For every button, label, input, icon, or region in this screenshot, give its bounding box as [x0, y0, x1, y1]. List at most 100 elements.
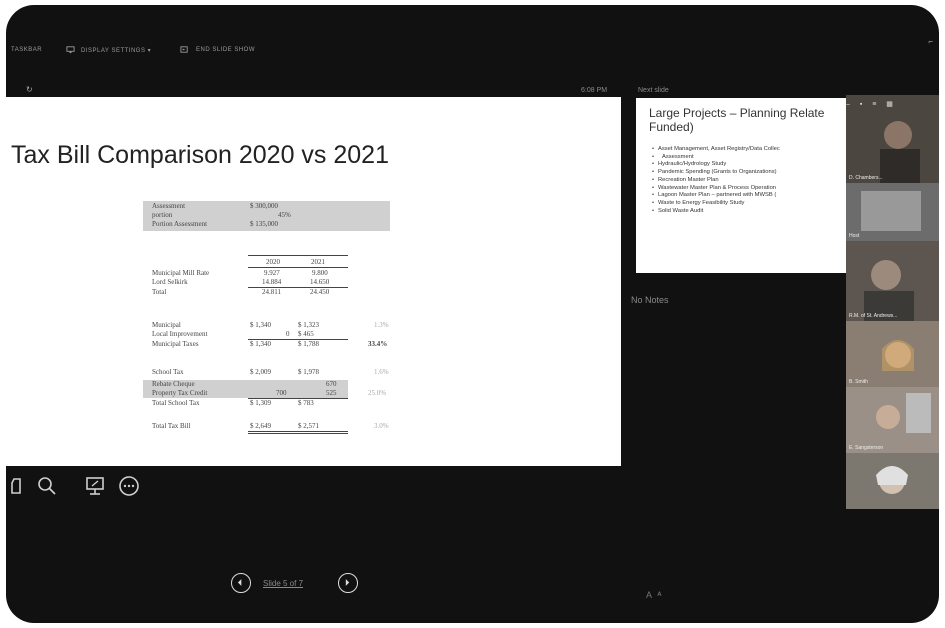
next-slide-bullet: Lagoon Master Plan – partnered with MWSB…: [652, 192, 780, 200]
current-slide[interactable]: Tax Bill Comparison 2020 vs 2021 Assessm…: [6, 97, 621, 466]
assessment-value: $ 300,000: [250, 202, 278, 210]
property-tax-credit-2021: 525: [326, 389, 337, 397]
video-window-controls[interactable]: – ▪ ≡ ▦: [846, 100, 897, 108]
taskbar-button[interactable]: TASKBAR: [11, 47, 42, 53]
zoom-icon[interactable]: [36, 475, 58, 497]
municipal-taxes-label: Municipal Taxes: [152, 340, 199, 348]
slide-title: Tax Bill Comparison 2020 vs 2021: [11, 141, 389, 169]
next-slide-bullet: Solid Waste Audit: [652, 208, 780, 216]
mill-header-line: [248, 267, 348, 268]
rebate-cheque-label: Rebate Cheque: [152, 380, 195, 388]
mill-header-line-top: [248, 255, 348, 256]
participant-video: [846, 387, 939, 453]
mill-row-2020: 14.884: [262, 278, 282, 286]
participant-tile[interactable]: Host: [846, 183, 939, 241]
portion-assessment-label: Portion Assessment: [152, 220, 208, 228]
mill-header-2020: 2020: [266, 258, 280, 266]
school-tax-2020: $ 2,009: [250, 368, 271, 376]
total-tax-bill-pct: 3.0%: [374, 422, 389, 430]
mill-row-2021: 14.650: [310, 278, 330, 286]
portion-value: 45%: [278, 211, 291, 219]
participant-video: [846, 241, 939, 321]
total-double-line-1: [248, 431, 348, 432]
local-improvement-2020: 0: [286, 330, 290, 338]
next-slide-bullet: Asset Management, Asset Registry/Data Co…: [652, 146, 780, 154]
display-settings-button[interactable]: DISPLAY SETTINGS ▾: [81, 47, 151, 54]
chevron-right-icon: [345, 579, 350, 586]
clock-time: 6:08 PM: [581, 87, 608, 94]
next-slide-label: Next slide: [638, 87, 669, 94]
municipal-taxes-2020: $ 1,340: [250, 340, 271, 348]
participant-name: B. Smith: [849, 379, 868, 385]
portion-assessment-value: $ 135,000: [250, 220, 278, 228]
chevron-left-icon: [237, 579, 242, 586]
presenter-view-window: TASKBAR DISPLAY SETTINGS ▾ END SLIDE SHO…: [6, 5, 939, 623]
pen-tool-icon[interactable]: [8, 475, 30, 497]
portion-label: portion: [152, 211, 173, 219]
participant-tile[interactable]: D. Chambers...: [846, 95, 939, 183]
participant-tile[interactable]: B. Smith: [846, 321, 939, 387]
mill-row-2021: 24.450: [310, 288, 330, 296]
display-switch-icon[interactable]: [84, 475, 106, 497]
mill-header-2021: 2021: [311, 258, 325, 266]
previous-slide-button[interactable]: [231, 573, 251, 593]
school-tax-label: School Tax: [152, 368, 184, 376]
next-slide-bullet: Hydraulic/Hydrology Study: [652, 161, 780, 169]
expand-icon[interactable]: ⌐: [928, 37, 933, 46]
participant-video: [846, 453, 939, 509]
total-school-tax-label: Total School Tax: [152, 399, 200, 407]
total-tax-bill-label: Total Tax Bill: [152, 422, 191, 430]
participant-name: E. Sangsterson: [849, 445, 884, 451]
participant-video: [846, 95, 939, 183]
property-tax-credit-label: Property Tax Credit: [152, 389, 208, 397]
participant-tile[interactable]: E. Sangsterson: [846, 387, 939, 453]
local-improvement-2021: $ 465: [298, 330, 314, 338]
next-slide-title: Large Projects – Planning Relate Funded): [649, 106, 825, 134]
next-slide-bullet: Pandemic Spending (Grants to Organizatio…: [652, 169, 780, 177]
mill-row-2020: 9.927: [264, 269, 280, 277]
property-tax-credit-2020: 700: [276, 389, 287, 397]
total-tax-bill-2021: $ 2,571: [298, 422, 319, 430]
speaker-notes: No Notes: [631, 295, 669, 305]
participant-tile[interactable]: [846, 453, 939, 509]
participant-name: R.M. of St. Andrews...: [849, 313, 898, 319]
next-slide-bullet: Waste to Energy Feasibility Study: [652, 200, 780, 208]
display-settings-icon: [66, 46, 75, 54]
next-slide-bullet: Wastewater Master Plan & Process Operati…: [652, 185, 780, 193]
school-tax-pct: 1.6%: [374, 368, 389, 376]
font-size-controls[interactable]: A ᴬ: [646, 590, 662, 600]
school-tax-2021: $ 1,978: [298, 368, 319, 376]
mill-row-label: Municipal Mill Rate: [152, 269, 210, 277]
participant-name: D. Chambers...: [849, 175, 883, 181]
mill-row-label: Total: [152, 288, 167, 296]
total-school-tax-2020: $ 1,309: [250, 399, 271, 407]
next-slide-button[interactable]: [338, 573, 358, 593]
mill-row-label: Lord Selkirk: [152, 278, 188, 286]
participant-video: [846, 183, 939, 241]
presenter-toolbar: TASKBAR DISPLAY SETTINGS ▾ END SLIDE SHO…: [6, 43, 939, 63]
next-slide-bullet: Assessment: [652, 154, 780, 162]
property-tax-credit-pct: 25.0%: [368, 389, 387, 397]
end-slideshow-icon: [180, 46, 188, 53]
slide-counter[interactable]: Slide 5 of 7: [263, 579, 303, 588]
next-slide-bullets: Asset Management, Asset Registry/Data Co…: [652, 146, 780, 216]
municipal-pct: 1.3%: [374, 321, 389, 329]
assessment-label: Assessment: [152, 202, 186, 210]
participant-name: Host: [849, 233, 860, 239]
municipal-2021: $ 1,323: [298, 321, 319, 329]
municipal-taxes-2021: $ 1,788: [298, 340, 319, 348]
mill-row-2021: 9.800: [312, 269, 328, 277]
total-tax-bill-2020: $ 2,649: [250, 422, 271, 430]
mill-row-2020: 24.811: [262, 288, 281, 296]
municipal-label: Municipal: [152, 321, 181, 329]
next-slide-preview[interactable]: Large Projects – Planning Relate Funded)…: [636, 98, 846, 273]
end-slideshow-button[interactable]: END SLIDE SHOW: [196, 47, 255, 53]
municipal-taxes-pct: 33.4%: [368, 340, 388, 348]
next-slide-bullet: Recreation Master Plan: [652, 177, 780, 185]
timer-reset-icon[interactable]: ↻: [26, 85, 33, 94]
rebate-cheque-2021: 670: [326, 380, 337, 388]
municipal-2020: $ 1,340: [250, 321, 271, 329]
participant-tile[interactable]: R.M. of St. Andrews...: [846, 241, 939, 321]
more-options-icon[interactable]: [118, 475, 140, 497]
participant-video: [846, 321, 939, 387]
